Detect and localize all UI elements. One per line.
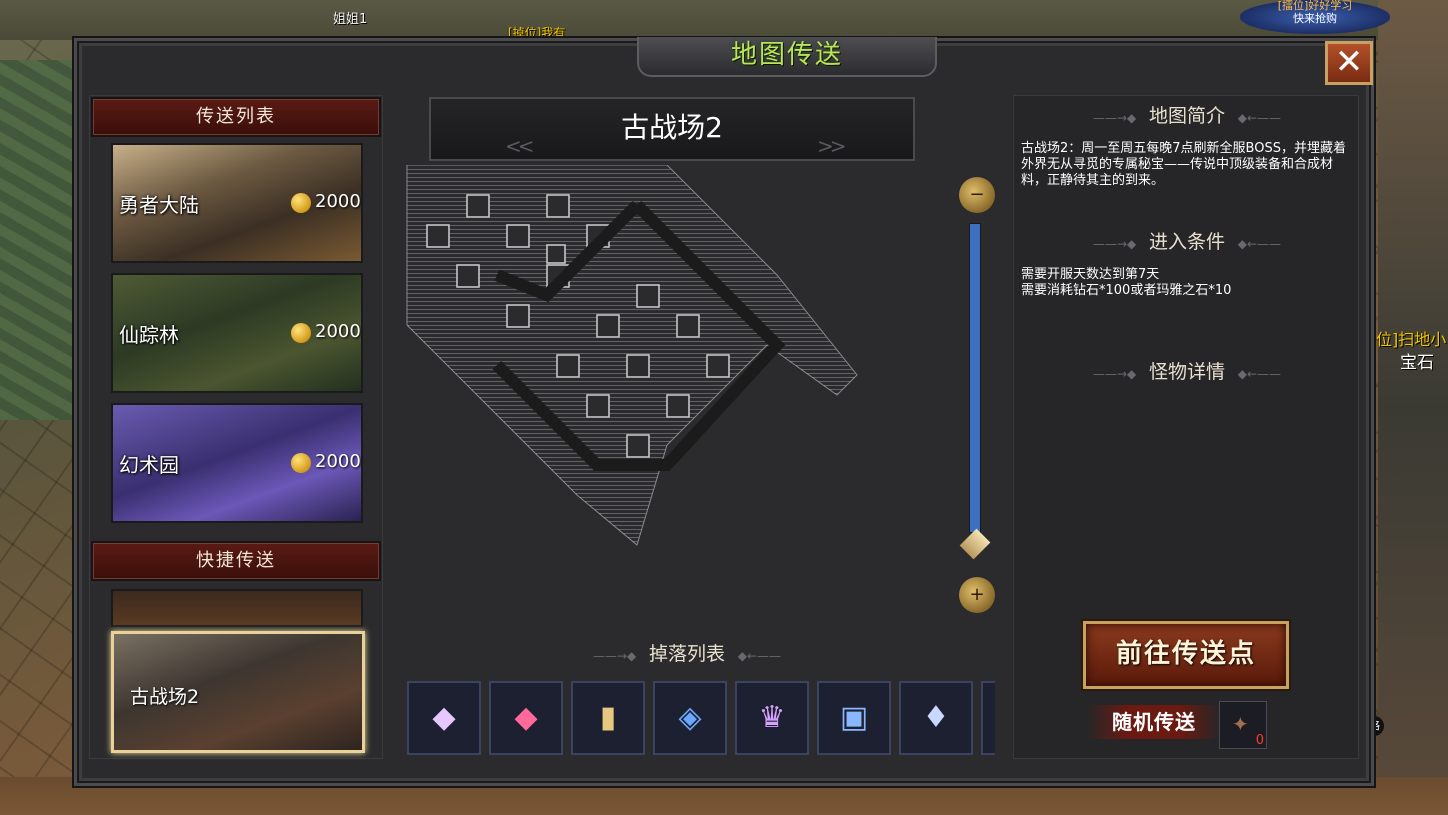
entry-condition-text: 需要开服天数达到第7天 需要消耗钻石*100或者玛雅之石*10 [1021,267,1355,299]
drop-item-crystal-crown[interactable]: ♛ [735,681,809,755]
entry-condition-line2: 需要消耗钻石*100或者玛雅之石*10 [1021,283,1232,298]
drop-item-blue-chest[interactable]: ▣ [817,681,891,755]
quick-teleport-title: 快捷传送 [196,550,276,571]
map-card-name: 仙踪林 [119,323,179,347]
quick-card-selected[interactable]: 古战场2 [111,631,365,753]
zoom-out-button[interactable]: − [959,177,995,213]
promo-line2: 快来抢购 [1293,12,1337,25]
right-ornament-icon: ◆←—— [1230,237,1282,251]
gold-bar-icon: ▮ [599,700,617,735]
right-ornament-icon: ◆←—— [1230,111,1282,125]
monster-detail-header: ——→◆ 怪物详情 ◆←—— [1027,357,1347,383]
purple-diamond-icon: ◆ [432,700,456,735]
promo-line1: [擂位]好好学习 [1277,0,1353,12]
teleport-list-header: 传送列表 [91,97,381,137]
map-card-price: 2000 [315,191,361,212]
go-to-teleport-label: 前往传送点 [1115,639,1256,669]
drop-item-silver-crystal[interactable]: ♦ [899,681,973,755]
blue-chest-icon: ▣ [839,700,869,735]
drop-item-gold-bar[interactable]: ▮ [571,681,645,755]
random-teleport-item-slot[interactable]: ✦ 0 [1219,701,1267,749]
zoom-in-button[interactable]: + [959,577,995,613]
random-teleport-count: 0 [1255,733,1264,748]
drop-list-title: 掉落列表 [648,643,725,665]
drop-item-purple-diamond[interactable]: ◆ [407,681,481,755]
magnifier-plus-icon: + [969,584,985,605]
map-card-name: 勇者大陆 [119,193,199,217]
drop-list-header: ——→◆ 掉落列表 ◆←—— [537,639,837,665]
left-ornament-icon: ——→◆ [1092,111,1144,125]
map-card-price: 2000 [315,321,361,342]
entry-condition-header: ——→◆ 进入条件 ◆←—— [1027,227,1347,253]
map-name: 古战场2 [621,111,723,144]
magnifier-minus-icon: − [969,184,985,205]
player-name-label: 姐姐1 [333,12,368,27]
go-to-teleport-button[interactable]: 前往传送点 [1083,621,1289,689]
random-teleport-label: 随机传送 [1112,710,1196,734]
map-card-illusion-garden[interactable]: 幻术园 2000 [111,403,363,523]
side-player-tag: 位]扫地小 [1376,330,1447,349]
left-ornament-icon: ——→◆ [1092,367,1144,381]
teleport-list-title: 传送列表 [196,106,276,127]
pink-diamond-icon: ◆ [514,700,538,735]
right-ornament-icon: ◆←—— [730,649,782,663]
world-right-area [1378,0,1448,815]
right-ornament-icon: ◆←—— [1230,367,1282,381]
drop-item-pink-diamond[interactable]: ◆ [489,681,563,755]
entry-condition-title: 进入条件 [1148,231,1225,253]
blue-cube-icon: ◈ [678,700,702,735]
map-intro-text: 古战场2：周一至周五每晚7点刷新全服BOSS，并埋藏着外界无从寻觅的专属秘宝——… [1021,141,1346,188]
panel-title-bar: 地图传送 [637,37,937,77]
gold-coin-icon [291,453,311,473]
map-name-banner: << 古战场2 >> [429,97,915,161]
map-intro-title: 地图简介 [1148,105,1225,127]
drop-item-row: ◆ ◆ ▮ ◈ ♛ ▣ ♦ [407,681,995,757]
quick-card-partial[interactable] [111,589,363,627]
promo-banner[interactable]: [擂位]好好学习 快来抢购 [1240,0,1390,34]
monster-detail-title: 怪物详情 [1148,361,1225,383]
close-button[interactable]: ✕ [1325,41,1373,85]
map-teleport-panel: 地图传送 ✕ 传送列表 勇者大陆 2000 仙踪林 2000 幻术园 2000 … [74,37,1374,786]
teleport-scroll-icon: ✦ [1232,712,1249,736]
close-icon: ✕ [1334,42,1364,82]
zoom-slider-knob[interactable] [959,528,991,560]
map-intro-header: ——→◆ 地图简介 ◆←—— [1027,101,1347,127]
side-player-tag2: 宝石 [1400,353,1434,373]
minimap-view[interactable] [397,165,877,555]
left-ornament-icon: ——→◆ [592,649,644,663]
quick-card-name: 古战场2 [130,686,200,708]
random-teleport-button[interactable]: 随机传送 [1087,705,1221,739]
map-card-brave-continent[interactable]: 勇者大陆 2000 [111,143,363,263]
left-ornament-icon: ——→◆ [1092,237,1144,251]
crystal-crown-icon: ♛ [758,700,786,735]
drop-item-blue-cube[interactable]: ◈ [653,681,727,755]
zoom-slider-track[interactable] [969,223,981,533]
world-top-area [0,0,1448,40]
silver-crystal-icon: ♦ [922,700,950,735]
map-card-price: 2000 [315,451,361,472]
gold-coin-icon [291,193,311,213]
panel-title: 地图传送 [730,40,843,70]
map-card-fairy-forest[interactable]: 仙踪林 2000 [111,273,363,393]
drop-item-partial[interactable] [981,681,995,755]
gold-coin-icon [291,323,311,343]
entry-condition-line1: 需要开服天数达到第7天 [1021,267,1160,282]
map-card-name: 幻术园 [119,453,179,477]
quick-teleport-header: 快捷传送 [91,541,381,581]
